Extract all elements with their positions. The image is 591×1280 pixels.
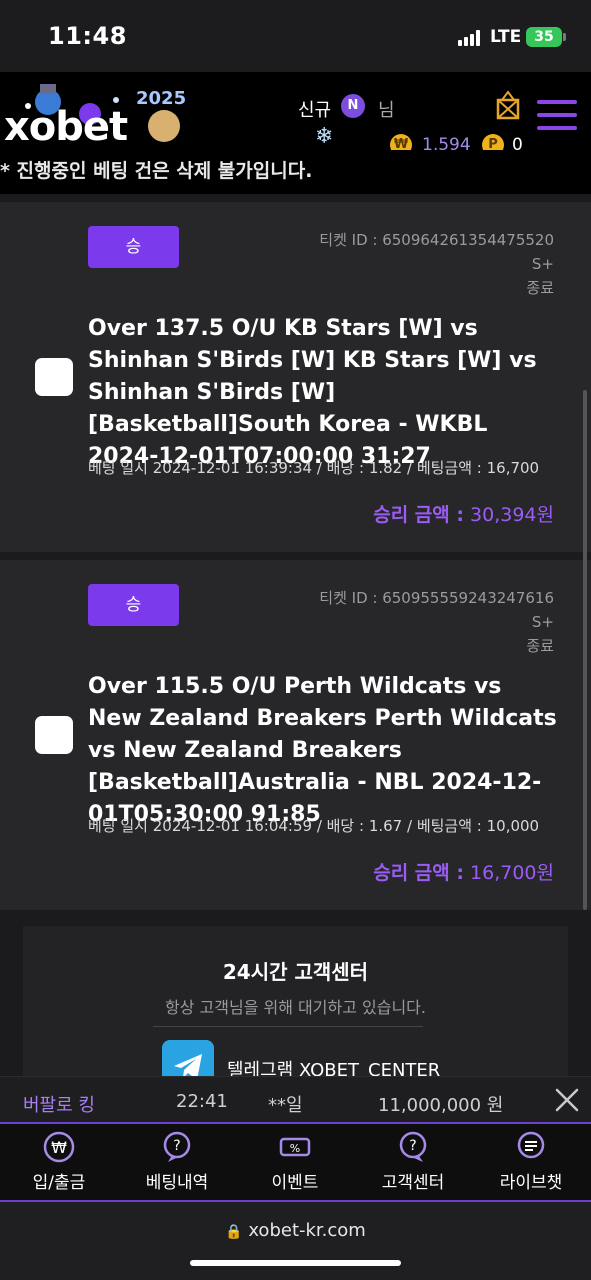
win-value: 16,700원 bbox=[470, 862, 554, 884]
bottom-nav: ₩ 입/출금 ? 베팅내역 % 이벤트 ? 고객센터 라이브챗 bbox=[0, 1124, 591, 1202]
nav-support[interactable]: ? 고객센터 bbox=[354, 1130, 472, 1196]
bet-title: Over 115.5 O/U Perth Wildcats vs New Zea… bbox=[88, 674, 557, 827]
nav-label: 입/출금 bbox=[32, 1173, 86, 1193]
support-title: 24시간 고객센터 bbox=[222, 960, 369, 984]
status-time: 11:48 bbox=[48, 22, 127, 50]
signal-icon bbox=[458, 30, 482, 46]
nav-label: 라이브챗 bbox=[499, 1173, 563, 1193]
svg-text:₩: ₩ bbox=[51, 1138, 67, 1157]
win-label: 승리 금액 : bbox=[373, 504, 464, 526]
result-badge: 승 bbox=[88, 584, 179, 626]
battery-icon: 35 bbox=[526, 27, 566, 47]
win-amount: 승리 금액 : 30,394원 bbox=[373, 500, 554, 527]
gift-icon[interactable] bbox=[494, 90, 522, 120]
logo[interactable]: xobet 2025 bbox=[4, 84, 194, 154]
bet-ticket-card: 승 티켓 ID : 650964261354475520 S+ 종료 Over … bbox=[0, 202, 591, 552]
svg-text:%: % bbox=[290, 1142, 300, 1155]
bet-meta: 베팅 일시 2024-12-01 16:39:34 / 배당 : 1.82 / … bbox=[88, 459, 540, 477]
history-icon: ? bbox=[163, 1131, 191, 1162]
new-badge: N bbox=[341, 94, 365, 118]
ticket-id: 티켓 ID : 650955559243247616 bbox=[319, 589, 554, 607]
nav-deposit-withdraw[interactable]: ₩ 입/출금 bbox=[0, 1130, 118, 1196]
site-header: xobet 2025 ❄ 신규 N 님 ₩ 1,594 P 0 bbox=[0, 72, 591, 162]
nav-bet-history[interactable]: ? 베팅내역 bbox=[118, 1130, 236, 1196]
user-name[interactable]: 님 bbox=[378, 96, 395, 122]
ticker-time: 22:41 bbox=[176, 1091, 228, 1112]
signup-link[interactable]: 신규 bbox=[298, 96, 331, 122]
win-value: 30,394원 bbox=[470, 504, 554, 526]
won-icon: ₩ bbox=[43, 1131, 75, 1163]
notice-text: * 진행중인 베팅 건은 삭제 불가입니다. bbox=[0, 160, 313, 182]
result-badge: 승 bbox=[88, 226, 179, 268]
nav-label: 이벤트 bbox=[271, 1173, 319, 1193]
bet-meta: 베팅 일시 2024-12-01 16:04:59 / 배당 : 1.67 / … bbox=[88, 817, 540, 835]
divider bbox=[153, 1026, 423, 1027]
win-amount: 승리 금액 : 16,700원 bbox=[373, 858, 554, 885]
snowflake-icon: ❄ bbox=[315, 124, 334, 149]
ticker-user: **일 bbox=[268, 1095, 303, 1116]
nav-label: 베팅내역 bbox=[145, 1173, 209, 1193]
page: 11:48 LTE 35 xobet 2025 ❄ 신규 N 님 ₩ 1,594… bbox=[0, 0, 591, 1280]
win-label: 승리 금액 : bbox=[373, 862, 464, 884]
url-text: xobet-kr.com bbox=[248, 1220, 366, 1241]
ticket-status: 종료 bbox=[526, 637, 554, 655]
menu-icon[interactable] bbox=[537, 100, 577, 130]
nav-label: 고객센터 bbox=[381, 1173, 445, 1193]
svg-text:?: ? bbox=[173, 1138, 180, 1154]
network-label: LTE bbox=[490, 27, 522, 47]
logo-year: 2025 bbox=[136, 88, 187, 109]
bet-ticket-card: 승 티켓 ID : 650955559243247616 S+ 종료 Over … bbox=[0, 560, 591, 910]
notice-banner: * 진행중인 베팅 건은 삭제 불가입니다. bbox=[0, 150, 591, 194]
support-icon: ? bbox=[399, 1131, 427, 1162]
ticket-info: 티켓 ID : 650955559243247616 S+ 종료 bbox=[319, 586, 554, 658]
scrollbar[interactable] bbox=[583, 390, 587, 910]
svg-text:?: ? bbox=[409, 1138, 416, 1154]
nav-events[interactable]: % 이벤트 bbox=[236, 1130, 354, 1196]
close-icon[interactable] bbox=[554, 1087, 580, 1113]
support-subtitle: 항상 고객님을 위해 대기하고 있습니다. bbox=[165, 998, 426, 1017]
support-box: 24시간 고객센터 항상 고객님을 위해 대기하고 있습니다. 텔레그램 XOB… bbox=[23, 926, 568, 1092]
logo-text: xobet bbox=[4, 104, 128, 150]
home-indicator[interactable] bbox=[190, 1260, 401, 1266]
select-checkbox[interactable] bbox=[35, 358, 73, 396]
ticket-grade: S+ bbox=[531, 613, 554, 631]
ticket-info: 티켓 ID : 650964261354475520 S+ 종료 bbox=[319, 228, 554, 300]
status-bar: 11:48 LTE 35 bbox=[0, 0, 591, 72]
event-ticket-icon: % bbox=[279, 1137, 311, 1157]
ticker-amount: 11,000,000 원 bbox=[378, 1095, 504, 1116]
ticket-id: 티켓 ID : 650964261354475520 bbox=[319, 231, 554, 249]
nav-live-chat[interactable]: 라이브챗 bbox=[472, 1130, 590, 1196]
lock-icon: 🔒 bbox=[225, 1224, 243, 1240]
select-checkbox[interactable] bbox=[35, 716, 73, 754]
ticker-game: 버팔로 킹 bbox=[23, 1095, 95, 1116]
bet-title: Over 137.5 O/U KB Stars [W] vs Shinhan S… bbox=[88, 316, 537, 469]
url-display[interactable]: 🔒 xobet-kr.com bbox=[0, 1220, 591, 1241]
ticket-grade: S+ bbox=[531, 255, 554, 273]
browser-url-bar[interactable]: 🔒 xobet-kr.com bbox=[0, 1202, 591, 1280]
chat-icon bbox=[517, 1131, 545, 1159]
winner-ticker: 버팔로 킹 22:41 **일 11,000,000 원 bbox=[0, 1076, 591, 1124]
ticket-status: 종료 bbox=[526, 279, 554, 297]
